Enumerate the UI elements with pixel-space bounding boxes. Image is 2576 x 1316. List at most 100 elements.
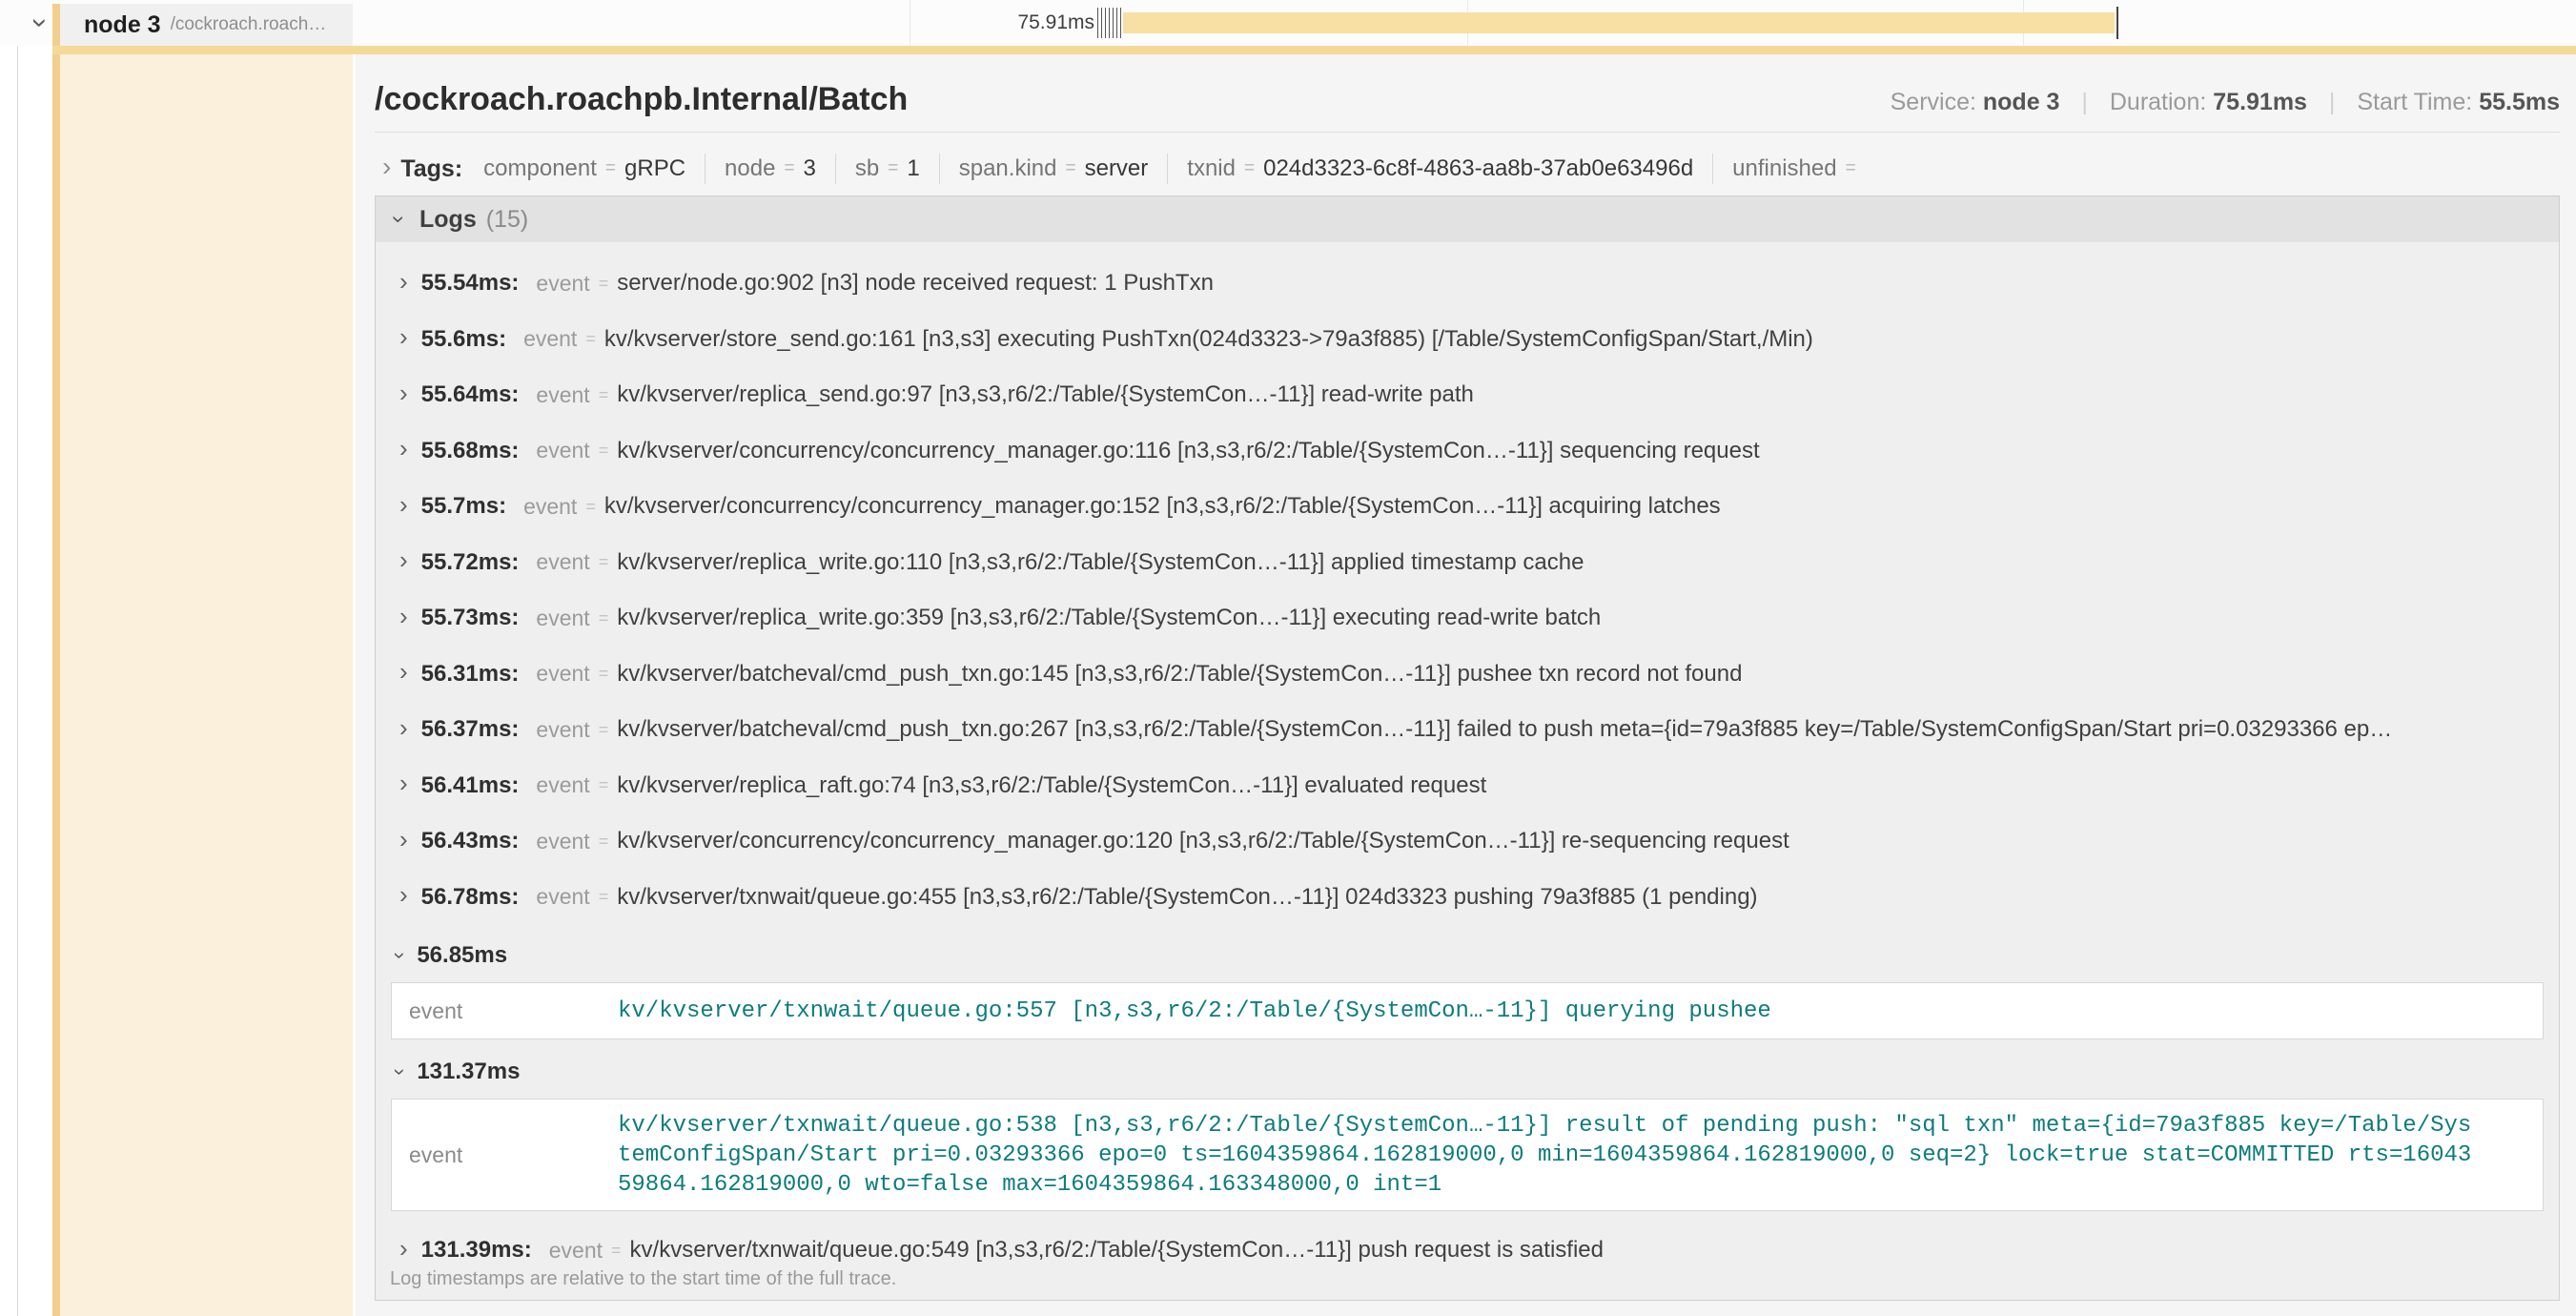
log-row[interactable]: › 55.54ms: event = server/node.go:902 [n… — [376, 256, 2559, 312]
log-value: kv/kvserver/replica_write.go:110 [n3,s3,… — [617, 549, 1584, 576]
chevron-right-icon: › — [399, 379, 408, 408]
span-detail-title: /cockroach.roachpb.Internal/Batch — [375, 75, 908, 123]
tag-item: txnid = 024d3323-6c8f-4863-aa8b-37ab0e63… — [1187, 155, 1693, 182]
span-color-stripe — [52, 4, 60, 1316]
log-row[interactable]: › 55.68ms: event = kv/kvserver/concurren… — [376, 423, 2559, 480]
equals-sign: = — [599, 832, 609, 852]
tag-value: 1 — [907, 155, 919, 182]
service-label: Service: — [1891, 89, 1976, 115]
log-row[interactable]: › 56.78ms: event = kv/kvserver/txnwait/q… — [376, 870, 2559, 926]
equals-sign: = — [585, 497, 596, 517]
equals-sign: = — [1846, 158, 1856, 179]
span-duration-bar[interactable] — [1123, 12, 2115, 33]
duration-label: Duration: — [2110, 89, 2206, 115]
span-name-tab[interactable]: node 3 /cockroach.roach… — [60, 4, 353, 46]
equals-sign: = — [784, 158, 794, 179]
start-time-value: 55.5ms — [2479, 89, 2560, 115]
equals-sign: = — [585, 329, 596, 349]
tags-section-header[interactable]: › Tags: component = gRPC node = 3 sb = 1… — [375, 148, 2560, 190]
duration-value: 75.91ms — [2213, 89, 2307, 115]
log-timestamp: 56.31ms: — [421, 661, 520, 688]
chevron-right-icon: › — [399, 602, 408, 631]
log-value: kv/kvserver/txnwait/queue.go:549 [n3,s3,… — [630, 1237, 1604, 1264]
trace-span-detail-view: › node 3 /cockroach.roach… 75.91ms /cock… — [0, 0, 2576, 1316]
log-value: kv/kvserver/concurrency/concurrency_mana… — [617, 438, 1759, 464]
tag-value: 024d3323-6c8f-4863-aa8b-37ab0e63496d — [1263, 155, 1693, 182]
tag-divider — [1712, 154, 1713, 184]
log-row[interactable]: › 55.7ms: event = kv/kvserver/concurrenc… — [376, 479, 2559, 535]
chevron-down-icon: › — [24, 18, 56, 28]
logs-footnote: Log timestamps are relative to the start… — [390, 1268, 896, 1290]
chevron-right-icon: › — [382, 152, 391, 182]
log-field-key: event — [536, 661, 589, 687]
log-timestamp: 56.43ms: — [421, 828, 520, 854]
tag-key: node — [725, 155, 775, 182]
equals-sign: = — [599, 441, 609, 461]
tag-item: sb = 1 — [855, 155, 920, 182]
chevron-right-icon: › — [399, 322, 408, 352]
tag-value: server — [1085, 155, 1149, 182]
log-row[interactable]: › 55.73ms: event = kv/kvserver/replica_w… — [376, 590, 2559, 647]
tag-value: 3 — [804, 155, 816, 182]
equals-sign: = — [599, 552, 609, 572]
chevron-right-icon: › — [399, 880, 408, 910]
tag-value: gRPC — [624, 155, 685, 182]
logs-section: › Logs (15) › 55.54ms: event = server/no… — [375, 195, 2560, 1301]
log-kv-table: event kv/kvserver/txnwait/queue.go:557 [… — [391, 982, 2544, 1039]
log-row[interactable]: › 56.31ms: event = kv/kvserver/batcheval… — [376, 647, 2559, 703]
chevron-right-icon: › — [399, 490, 408, 520]
log-field-key: event — [536, 382, 589, 408]
log-value: kv/kvserver/replica_raft.go:74 [n3,s3,r6… — [617, 772, 1486, 799]
tag-key: sb — [855, 155, 879, 182]
log-timestamp: 55.6ms: — [421, 326, 506, 353]
chevron-right-icon: › — [399, 1234, 408, 1264]
equals-sign: = — [599, 887, 609, 907]
service-value: node 3 — [1983, 89, 2060, 115]
log-field-key: event — [523, 326, 577, 352]
tag-key: txnid — [1187, 155, 1236, 182]
log-expanded-header[interactable]: › 56.85ms — [376, 933, 2559, 978]
chevron-down-icon: › — [388, 1068, 413, 1075]
title-divider — [375, 132, 2560, 133]
log-field-key: event — [536, 438, 589, 463]
equals-sign: = — [605, 158, 616, 179]
log-field-key: event — [536, 717, 589, 743]
tag-divider — [939, 154, 940, 184]
selected-row-accent-band — [52, 46, 2576, 54]
tag-divider — [835, 154, 836, 184]
log-field-key: event — [392, 998, 618, 1024]
log-tick-mark-end — [2116, 7, 2118, 39]
equals-sign: = — [599, 720, 609, 740]
span-duration-label: 75.91ms — [906, 0, 1094, 46]
log-field-key: event — [549, 1238, 603, 1264]
left-gutter-divider — [17, 46, 18, 1316]
log-timestamp: 131.37ms — [417, 1059, 520, 1085]
logs-title: Logs — [419, 206, 477, 234]
logs-section-header[interactable]: › Logs (15) — [376, 196, 2559, 242]
chevron-right-icon: › — [399, 267, 408, 297]
log-field-key: event — [536, 829, 589, 854]
log-row[interactable]: › 55.64ms: event = kv/kvserver/replica_s… — [376, 367, 2559, 423]
log-expanded-group: › 131.37ms event kv/kvserver/txnwait/que… — [376, 1049, 2559, 1211]
log-field-value: kv/kvserver/txnwait/queue.go:557 [n3,s3,… — [618, 997, 1771, 1026]
log-timestamp: 55.64ms: — [421, 381, 520, 408]
equals-sign: = — [1244, 158, 1255, 179]
chevron-right-icon: › — [399, 657, 408, 687]
equals-sign: = — [888, 158, 898, 179]
chevron-right-icon: › — [399, 825, 408, 854]
log-row[interactable]: › 56.37ms: event = kv/kvserver/batcheval… — [376, 702, 2559, 758]
tags-label: Tags: — [400, 155, 462, 183]
log-value: kv/kvserver/batcheval/cmd_push_txn.go:14… — [617, 661, 1742, 688]
log-value: kv/kvserver/txnwait/queue.go:455 [n3,s3,… — [617, 884, 1757, 911]
log-row[interactable]: › 56.41ms: event = kv/kvserver/replica_r… — [376, 758, 2559, 814]
log-timestamp: 55.72ms: — [421, 549, 520, 576]
log-row[interactable]: › 56.43ms: event = kv/kvserver/concurren… — [376, 813, 2559, 870]
tag-item: component = gRPC — [483, 155, 685, 182]
log-value: kv/kvserver/replica_write.go:359 [n3,s3,… — [617, 605, 1601, 631]
equals-sign: = — [1065, 158, 1075, 179]
tag-item: node = 3 — [725, 155, 816, 182]
log-row[interactable]: › 55.6ms: event = kv/kvserver/store_send… — [376, 312, 2559, 368]
log-row[interactable]: › 55.72ms: event = kv/kvserver/replica_w… — [376, 535, 2559, 591]
log-expanded-header[interactable]: › 131.37ms — [376, 1049, 2559, 1095]
log-field-key: event — [536, 271, 589, 297]
